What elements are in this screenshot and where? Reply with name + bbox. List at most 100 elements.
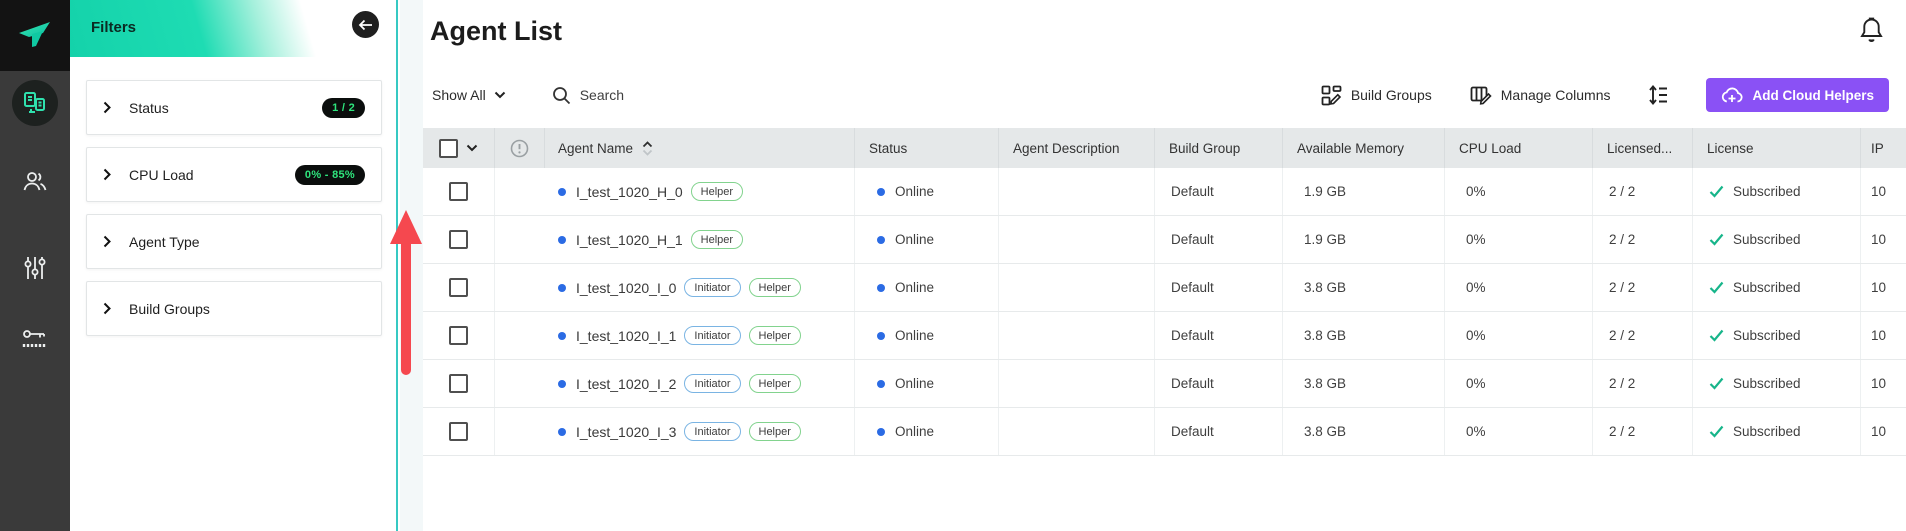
- nav-rail: [0, 0, 70, 531]
- filter-panel-title: Filters: [91, 19, 136, 36]
- filter-item-label: Status: [129, 100, 322, 116]
- show-all-dropdown[interactable]: Show All: [432, 87, 506, 103]
- header-status[interactable]: Status: [855, 128, 999, 168]
- header-licensed[interactable]: Licensed...: [1593, 128, 1693, 168]
- filter-item-status[interactable]: Status 1 / 2: [86, 80, 382, 135]
- page-title: Agent List: [430, 16, 562, 47]
- key-icon: [22, 327, 48, 351]
- filter-item-label: Agent Type: [129, 234, 365, 250]
- manage-columns-label: Manage Columns: [1501, 87, 1611, 103]
- build-groups-icon: [1321, 85, 1342, 106]
- chevron-right-icon: [103, 302, 111, 315]
- header-agent-name[interactable]: Agent Name: [545, 128, 855, 168]
- manage-columns-button[interactable]: Manage Columns: [1470, 85, 1611, 105]
- header-agent-description[interactable]: Agent Description: [999, 128, 1155, 168]
- agent-name-link[interactable]: I_test_1020_H_0: [576, 184, 683, 200]
- filter-accordion-list: Status 1 / 2 CPU Load 0% - 85% Agent Typ…: [86, 80, 382, 348]
- filter-item-label: CPU Load: [129, 167, 295, 183]
- brand-logo-icon: [17, 20, 53, 50]
- agent-table: Agent Name Status Agent Description Buil…: [423, 128, 1906, 456]
- memory-cell: 3.8 GB: [1283, 312, 1445, 359]
- status-text: Online: [895, 184, 934, 199]
- sidebar-item-agents[interactable]: [12, 80, 58, 126]
- description-cell: [999, 360, 1155, 407]
- agent-status-dot: [558, 236, 566, 244]
- tag-helper: Helper: [749, 278, 801, 297]
- header-build-group[interactable]: Build Group: [1155, 128, 1283, 168]
- filter-item-cpu-load[interactable]: CPU Load 0% - 85%: [86, 147, 382, 202]
- agent-name-link[interactable]: I_test_1020_I_1: [576, 328, 676, 344]
- memory-cell: 3.8 GB: [1283, 408, 1445, 455]
- agent-name-link[interactable]: I_test_1020_I_0: [576, 280, 676, 296]
- tag-helper: Helper: [749, 374, 801, 393]
- tag-initiator: Initiator: [684, 278, 740, 297]
- row-checkbox-cell: [423, 264, 495, 311]
- header-available-memory[interactable]: Available Memory: [1283, 128, 1445, 168]
- agent-name-link[interactable]: I_test_1020_H_1: [576, 232, 683, 248]
- agent-name-link[interactable]: I_test_1020_I_3: [576, 424, 676, 440]
- column-label: IP: [1871, 141, 1884, 156]
- tag-initiator: Initiator: [684, 326, 740, 345]
- header-ip[interactable]: IP: [1861, 128, 1906, 168]
- agent-name-cell: I_test_1020_I_0 Initiator Helper: [545, 264, 855, 311]
- column-label: Build Group: [1169, 141, 1240, 156]
- row-checkbox[interactable]: [449, 422, 468, 441]
- filter-item-build-groups[interactable]: Build Groups: [86, 281, 382, 336]
- sidebar-item-users[interactable]: [12, 158, 58, 204]
- row-checkbox-cell: [423, 360, 495, 407]
- filter-item-agent-type[interactable]: Agent Type: [86, 214, 382, 269]
- memory-cell: 3.8 GB: [1283, 264, 1445, 311]
- selection-menu-chevron-icon[interactable]: [466, 144, 478, 152]
- row-checkbox[interactable]: [449, 182, 468, 201]
- license-cell: Subscribed: [1693, 360, 1861, 407]
- app-logo[interactable]: [0, 0, 70, 71]
- notifications-button[interactable]: [1859, 17, 1884, 49]
- status-text: Online: [895, 424, 934, 439]
- row-checkbox[interactable]: [449, 374, 468, 393]
- build-group-cell: Default: [1155, 168, 1283, 215]
- table-row: I_test_1020_H_1HelperOnlineDefault1.9 GB…: [423, 216, 1906, 264]
- agent-name-link[interactable]: I_test_1020_I_2: [576, 376, 676, 392]
- header-cpu-load[interactable]: CPU Load: [1445, 128, 1593, 168]
- row-checkbox[interactable]: [449, 230, 468, 249]
- agent-status-dot: [558, 332, 566, 340]
- memory-cell: 3.8 GB: [1283, 360, 1445, 407]
- select-all-checkbox[interactable]: [439, 139, 458, 158]
- row-density-button[interactable]: [1648, 84, 1668, 106]
- agent-name-cell: I_test_1020_I_3InitiatorHelper: [545, 408, 855, 455]
- table-row: I_test_1020_H_0HelperOnlineDefault1.9 GB…: [423, 168, 1906, 216]
- description-cell: [999, 312, 1155, 359]
- row-checkbox[interactable]: [449, 326, 468, 345]
- sliders-icon: [24, 256, 46, 280]
- memory-cell: 1.9 GB: [1283, 168, 1445, 215]
- license-cell: Subscribed: [1693, 168, 1861, 215]
- build-group-cell: Default: [1155, 360, 1283, 407]
- build-groups-button[interactable]: Build Groups: [1321, 85, 1432, 106]
- header-license[interactable]: License: [1693, 128, 1861, 168]
- bell-icon: [1859, 17, 1884, 44]
- column-label: Agent Description: [1013, 141, 1120, 156]
- licensed-cell: 2 / 2: [1593, 264, 1693, 311]
- ip-cell: 10: [1861, 360, 1906, 407]
- ip-cell: 10: [1861, 216, 1906, 263]
- check-icon: [1709, 425, 1724, 438]
- alert-circle-icon: [510, 139, 529, 158]
- collapse-filters-button[interactable]: [352, 11, 379, 38]
- license-text: Subscribed: [1733, 184, 1801, 199]
- license-text: Subscribed: [1733, 280, 1801, 295]
- search-placeholder: Search: [580, 87, 624, 103]
- sidebar-item-settings[interactable]: [12, 245, 58, 291]
- chevron-down-icon: [494, 91, 506, 99]
- add-cloud-helpers-button[interactable]: Add Cloud Helpers: [1706, 78, 1889, 112]
- ip-cell: 10: [1861, 264, 1906, 311]
- row-checkbox-cell: [423, 216, 495, 263]
- sidebar-item-license-keys[interactable]: [12, 316, 58, 362]
- row-checkbox[interactable]: [449, 278, 468, 297]
- show-all-label: Show All: [432, 87, 486, 103]
- status-cell: Online: [855, 360, 999, 407]
- description-cell: [999, 408, 1155, 455]
- license-cell: Subscribed: [1693, 312, 1861, 359]
- tag-helper: Helper: [749, 326, 801, 345]
- red-annotation-arrow: [386, 208, 426, 380]
- search-input[interactable]: Search: [552, 86, 624, 105]
